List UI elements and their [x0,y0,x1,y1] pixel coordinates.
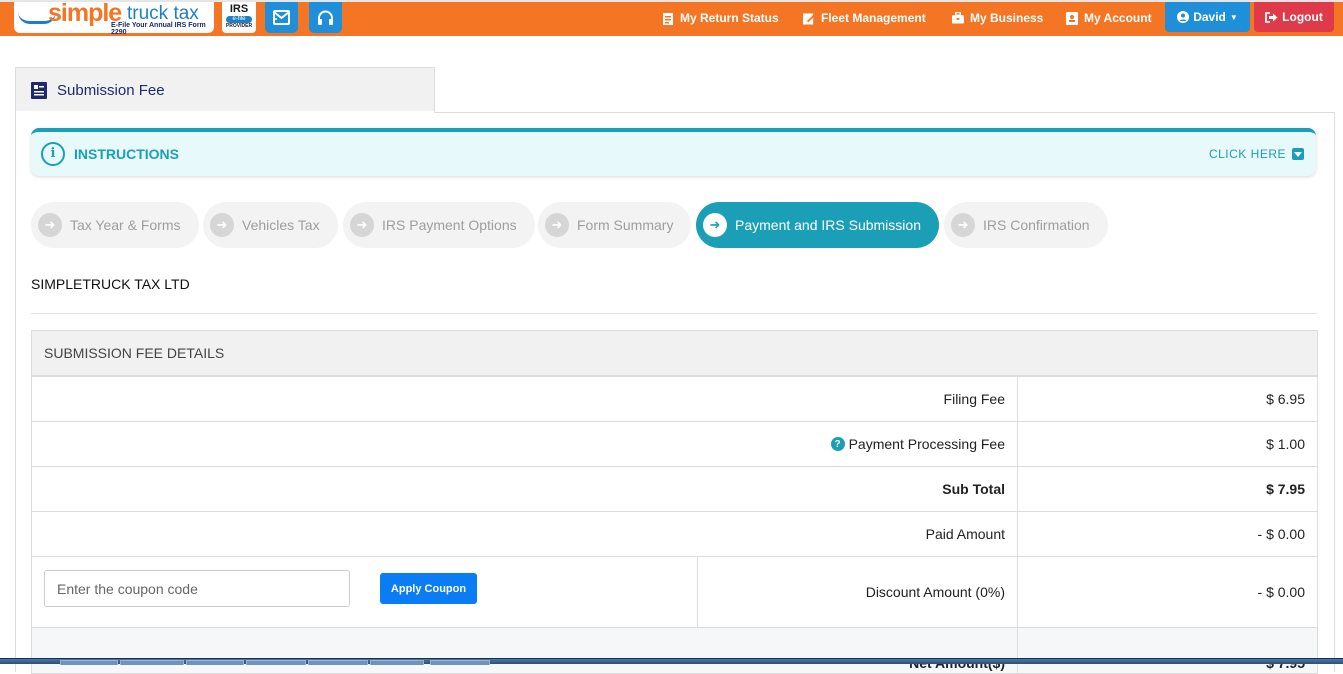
click-here-label: CLICK HERE [1208,147,1286,161]
step-label: IRS Payment Options [382,217,517,233]
step-label: Payment and IRS Submission [735,217,921,233]
fee-row-filing-fee: Filing Fee $ 6.95 [32,377,1317,422]
irs-badge-middle: e-file [226,16,252,23]
apply-coupon-button[interactable]: Apply Coupon [380,573,477,604]
arrow-right-icon: ➜ [545,213,569,237]
user-circle-icon [1177,11,1190,23]
tab-connector [16,111,434,113]
fee-details-title: SUBMISSION FEE DETAILS [32,331,1317,377]
taskbar-item[interactable] [120,660,184,665]
fee-label: Filing Fee [32,377,1018,421]
arrow-right-icon: ➜ [350,213,374,237]
logo-tagline: E-File Your Annual IRS Form 2290 [111,22,206,36]
nav-label: Fleet Management [821,11,926,25]
taskbar-item[interactable] [246,660,306,665]
user-name: David [1193,10,1226,24]
step-irs-confirmation[interactable]: ➜ IRS Confirmation [944,202,1108,248]
coupon-code-input[interactable] [44,570,350,607]
step-label: Form Summary [577,217,674,233]
fee-value: $ 7.95 [1018,628,1317,673]
step-irs-payment-options[interactable]: ➜ IRS Payment Options [343,202,535,248]
fee-value: - $ 0.00 [1257,584,1305,600]
fee-row-paid-amount: Paid Amount - $ 0.00 [32,512,1317,557]
instructions-title: INSTRUCTIONS [74,146,179,162]
step-label: IRS Confirmation [983,217,1090,233]
irs-efile-provider-badge: IRS e-file PROVIDER [222,2,256,33]
company-name: SIMPLETRUCK TAX LTD [31,276,190,292]
briefcase-icon [952,12,964,25]
taskbar-item[interactable] [430,660,490,665]
instructions-panel: i INSTRUCTIONS CLICK HERE [31,128,1316,176]
nav-label: My Return Status [680,11,779,25]
fee-row-net-amount: Net Amount($) $ 7.95 [32,628,1317,673]
simpletruck-tax-logo[interactable]: simple truck tax E-File Your Annual IRS … [14,0,214,36]
taskbar-item[interactable] [370,660,424,665]
fee-value: - $ 0.00 [1257,526,1305,542]
sign-out-icon [1265,11,1278,23]
fee-label: Sub Total [32,467,1018,511]
fee-value: $ 7.95 [1266,481,1305,497]
tab-submission-fee[interactable]: Submission Fee [15,67,435,113]
taskbar-item[interactable] [308,660,368,665]
taskbar-item[interactable] [186,660,244,665]
nav-label: My Account [1084,11,1152,25]
info-icon: i [41,142,65,166]
top-nav-bar: simple truck tax E-File Your Annual IRS … [0,0,1343,36]
arrow-right-icon: ➜ [210,213,234,237]
arrow-right-icon: ➜ [38,213,62,237]
nav-label: My Business [970,11,1044,25]
arrow-right-icon: ➜ [703,213,727,237]
support-button[interactable] [309,2,342,33]
irs-badge-bottom: PROVIDER [225,23,253,29]
step-label: Vehicles Tax [242,217,320,233]
step-payment-irs-submission[interactable]: ➜ Payment and IRS Submission [696,202,939,248]
fee-label: Discount Amount (0%) [698,557,1018,627]
caret-down-icon: ▼ [1229,12,1238,22]
instructions-click-here-link[interactable]: CLICK HERE [1209,147,1304,161]
form-icon [31,82,47,99]
logout-button[interactable]: Logout [1254,2,1334,32]
fee-label: Paid Amount [32,512,1018,556]
fee-row-payment-processing-fee: ? Payment Processing Fee $ 1.00 [32,422,1317,467]
fee-row-discount: Apply Coupon Discount Amount (0%) - $ 0.… [32,557,1317,628]
arrow-right-icon: ➜ [951,213,975,237]
taskbar-item[interactable] [60,660,118,665]
nav-my-return-status[interactable]: My Return Status [662,11,779,25]
edit-icon [803,12,815,25]
step-tax-year-forms[interactable]: ➜ Tax Year & Forms [31,202,199,248]
fee-label: Payment Processing Fee [848,436,1005,452]
account-icon [1066,11,1078,25]
clipboard-icon [662,12,674,25]
question-circle-icon[interactable]: ? [830,437,845,451]
nav-fleet-management[interactable]: Fleet Management [803,11,926,25]
fee-label: Net Amount($) [32,628,1018,673]
nav-my-account[interactable]: My Account [1066,11,1152,25]
fee-label-cell: ? Payment Processing Fee [32,422,1018,466]
os-taskbar [0,658,1343,665]
fee-value: $ 1.00 [1266,436,1305,452]
headset-icon [318,10,333,25]
irs-badge-top: IRS [229,3,249,15]
divider [31,313,1317,314]
user-menu-button[interactable]: David ▼ [1165,2,1250,32]
coupon-cell: Apply Coupon [32,557,698,627]
step-form-summary[interactable]: ➜ Form Summary [538,202,692,248]
submission-fee-details-table: SUBMISSION FEE DETAILS Filing Fee $ 6.95… [31,330,1318,674]
fee-value: $ 6.95 [1266,391,1305,407]
nav-my-business[interactable]: My Business [952,11,1043,25]
tab-label: Submission Fee [57,82,165,99]
step-vehicles-tax[interactable]: ➜ Vehicles Tax [203,202,338,248]
fee-row-sub-total: Sub Total $ 7.95 [32,467,1317,512]
logout-label: Logout [1282,10,1323,24]
mail-icon [273,10,290,25]
caret-down-square-icon [1292,148,1304,160]
mail-button[interactable] [265,2,298,33]
step-label: Tax Year & Forms [70,217,181,233]
